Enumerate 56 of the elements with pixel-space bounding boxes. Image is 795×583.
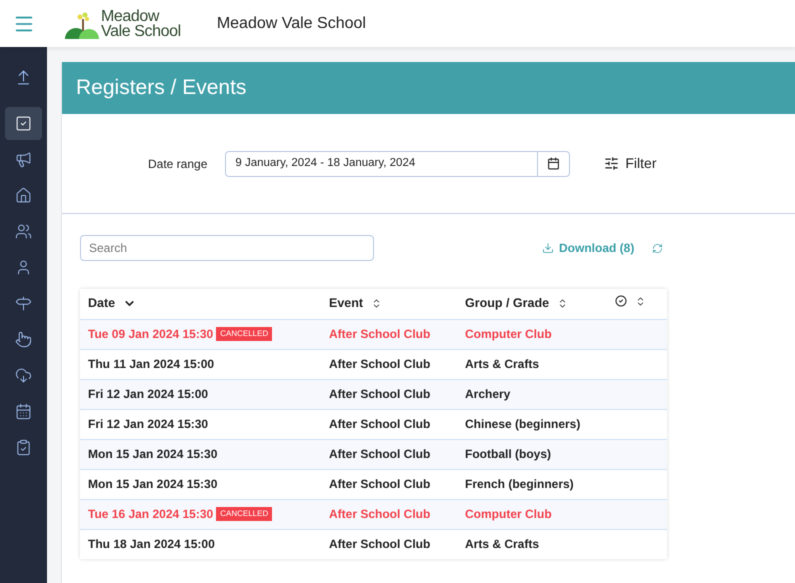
- refresh-icon: [652, 242, 664, 254]
- table-cell: Chinese (beginners): [465, 417, 580, 431]
- table-cell-text: Tue 16 Jan 2024 15:30: [88, 506, 214, 523]
- logo-icon: [65, 10, 99, 38]
- table-cell: After School Club: [329, 537, 430, 552]
- table-cell-text: Mon 15 Jan 2024 15:30: [88, 446, 218, 463]
- column-header[interactable]: Event: [329, 294, 382, 314]
- column-header[interactable]: Group / Grade: [465, 294, 568, 314]
- table-cell-text: Fri 12 Jan 2024 15:30: [88, 416, 208, 433]
- filter-button[interactable]: Filter: [604, 153, 656, 174]
- table-cell: After School Club: [329, 387, 430, 401]
- date-range-field[interactable]: 9 January, 2024 - 18 January, 2024: [225, 150, 570, 176]
- table-cell-text: Thu 11 Jan 2024 15:00: [88, 356, 214, 373]
- group-icon: [15, 223, 32, 240]
- school-name: Meadow Vale School: [216, 14, 366, 34]
- sidebar-item[interactable]: [5, 107, 42, 140]
- clipboard-icon: [15, 439, 32, 456]
- search-field[interactable]: Search: [80, 235, 374, 261]
- table-cell: After School Club: [329, 357, 430, 371]
- table-cell: Arts & Crafts: [465, 357, 540, 371]
- table-cell: After School Club: [329, 477, 430, 491]
- date-range-label: Date range: [148, 156, 208, 172]
- calendar-icon: [547, 157, 560, 170]
- table-cell: Arts & Crafts: [465, 537, 540, 552]
- hand-icon: [15, 331, 32, 348]
- upload-icon: [15, 69, 32, 86]
- table-cell-text: Mon 15 Jan 2024 15:30: [88, 476, 218, 493]
- table-cell: Football (boys): [465, 447, 551, 461]
- column-header[interactable]: Date: [88, 294, 136, 314]
- check-circle-icon: [615, 295, 627, 308]
- cloud-download-icon: [15, 367, 32, 384]
- table-cell-text: Tue 09 Jan 2024 15:30: [88, 326, 214, 343]
- megaphone-icon: [15, 151, 32, 168]
- refresh-button[interactable]: [652, 242, 664, 254]
- column-header[interactable]: [615, 295, 646, 308]
- table-cell-text: Fri 12 Jan 2024 15:00: [88, 386, 208, 403]
- filter-icon: [604, 156, 620, 171]
- table-cell: After School Club: [329, 507, 430, 521]
- table-cell-text: Thu 18 Jan 2024 15:00: [88, 536, 215, 554]
- page-title: Registers / Events: [76, 75, 246, 102]
- table-cell: French (beginners): [465, 477, 574, 491]
- table-cell: Computer Club: [465, 327, 552, 341]
- cancelled-badge: CANCELLED: [216, 327, 272, 341]
- home-icon: [15, 187, 32, 204]
- table-cell: Archery: [465, 387, 510, 401]
- table-cell: After School Club: [329, 417, 430, 431]
- download-icon: [542, 242, 554, 254]
- table-cell: After School Club: [329, 447, 430, 461]
- cancelled-badge: CANCELLED: [216, 507, 272, 521]
- signpost-icon: [15, 295, 32, 312]
- logo-text: Meadow Vale School: [101, 8, 181, 38]
- table-cell: After School Club: [329, 327, 430, 341]
- table-cell: Computer Club: [465, 507, 552, 521]
- calendar-icon: [15, 403, 32, 420]
- user-icon: [15, 259, 32, 276]
- checkbox-icon: [15, 115, 32, 132]
